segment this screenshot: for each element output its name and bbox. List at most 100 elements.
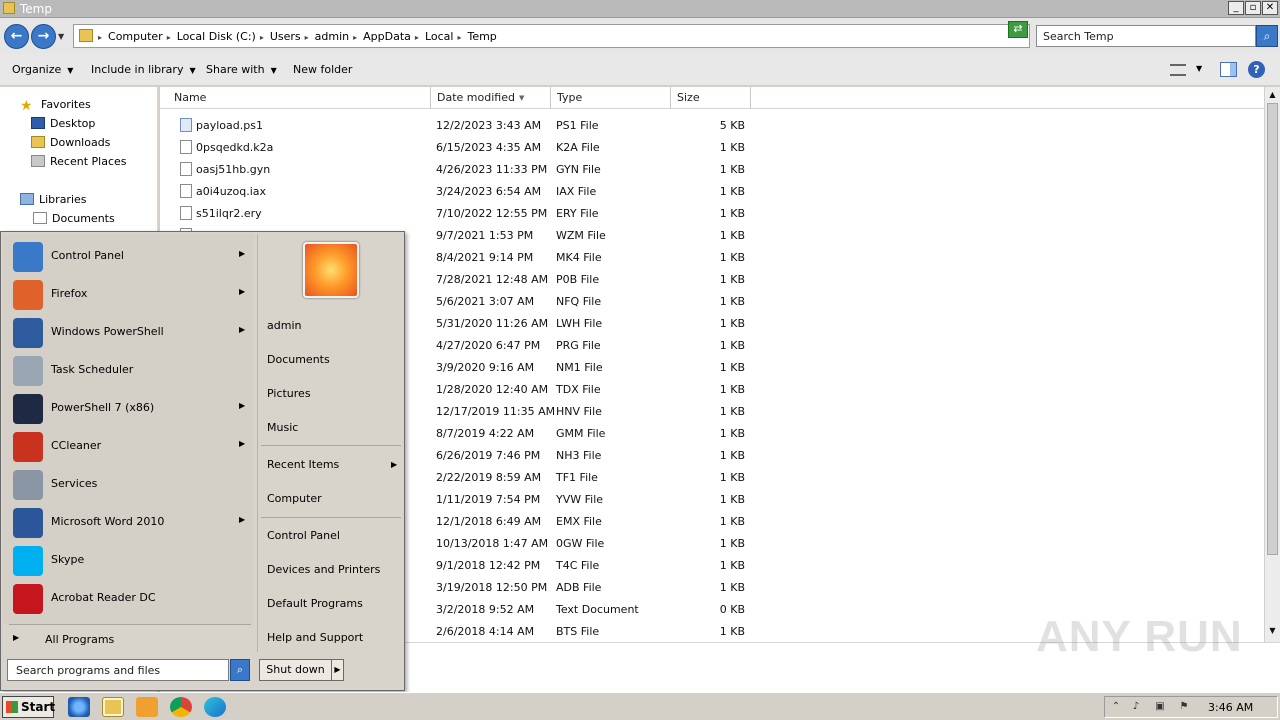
maximize-button[interactable]: ▫	[1245, 1, 1261, 15]
back-button[interactable]: ←	[4, 24, 29, 49]
start-link-computer[interactable]: Computer	[267, 492, 322, 505]
search-input[interactable]: Search Temp	[1036, 25, 1256, 47]
breadcrumb-separator[interactable]: ▸	[415, 33, 419, 42]
nav-favorites[interactable]: ★ Favorites	[20, 98, 91, 114]
breadcrumb-separator[interactable]: ▸	[305, 33, 309, 42]
file-size: 1 KB	[719, 471, 745, 484]
start-link-documents[interactable]: Documents	[267, 353, 330, 366]
breadcrumb-item[interactable]: Users	[270, 30, 301, 43]
column-name[interactable]: Name	[168, 87, 431, 109]
start-program-item[interactable]: Firefox ▶	[9, 276, 253, 312]
forward-button[interactable]: →	[31, 24, 56, 49]
breadcrumb-separator[interactable]: ▸	[98, 33, 102, 42]
scroll-down-arrow[interactable]: ▼	[1266, 624, 1279, 638]
breadcrumb-separator[interactable]: ▸	[260, 33, 264, 42]
star-icon: ★	[20, 98, 33, 114]
explorer-icon[interactable]	[102, 697, 124, 717]
organize-button[interactable]: Organize ▼	[12, 63, 73, 76]
address-row: ← → ▼ ▸ Computer ▸ Local Disk (C:) ▸ Users ▸ ad…	[0, 18, 1280, 54]
vertical-scrollbar[interactable]: ▲ ▼	[1264, 87, 1280, 642]
file-size: 1 KB	[719, 449, 745, 462]
tray-expand-icon[interactable]: ⌃	[1109, 700, 1123, 714]
media-player-icon[interactable]	[136, 697, 158, 717]
breadcrumb-item[interactable]: Computer	[108, 30, 163, 43]
share-with-button[interactable]: Share with ▼	[206, 63, 277, 76]
file-row[interactable]: s51ilqr2.ery 7/10/2022 12:55 PM ERY File 1 …	[160, 203, 760, 225]
column-size[interactable]: Size	[671, 87, 751, 109]
edge-icon[interactable]	[204, 697, 226, 717]
breadcrumb-separator[interactable]: ▸	[167, 33, 171, 42]
start-program-item[interactable]: PowerShell 7 (x86) ▶	[9, 390, 253, 426]
file-date: 12/1/2018 6:49 AM	[436, 515, 542, 528]
nav-recent-places[interactable]: Recent Places	[31, 155, 127, 168]
start-button[interactable]: Start	[2, 696, 55, 718]
start-program-item[interactable]: Services	[9, 466, 253, 502]
file-row[interactable]: payload.ps1 12/2/2023 3:43 AM PS1 File 5 KB	[160, 115, 760, 137]
address-bar[interactable]: ▸ Computer ▸ Local Disk (C:) ▸ Users ▸ admin ▸ Ap…	[73, 24, 1068, 48]
all-programs-button[interactable]: ▶ All Programs	[9, 628, 249, 650]
breadcrumb-item[interactable]: Temp	[467, 30, 496, 43]
start-program-item[interactable]: Skype	[9, 542, 253, 578]
file-row[interactable]: oasj51hb.gyn 4/26/2023 11:33 PM GYN File 1 …	[160, 159, 760, 181]
breadcrumb-item[interactable]: Local	[425, 30, 454, 43]
file-date: 9/7/2021 1:53 PM	[436, 229, 534, 242]
nav-downloads[interactable]: Downloads	[31, 136, 110, 149]
breadcrumb-separator[interactable]: ▸	[353, 33, 357, 42]
nav-documents[interactable]: Documents	[33, 212, 115, 225]
view-dropdown[interactable]: ▼	[1196, 64, 1202, 73]
shutdown-options-arrow[interactable]: ▶	[332, 659, 344, 681]
clock[interactable]: 3:46 AM	[1208, 701, 1253, 714]
scroll-up-arrow[interactable]: ▲	[1266, 88, 1279, 102]
file-row[interactable]: a0i4uzoq.iax 3/24/2023 6:54 AM IAX File 1 K…	[160, 181, 760, 203]
recent-places-icon	[31, 155, 45, 167]
start-link-default-programs[interactable]: Default Programs	[267, 597, 363, 610]
user-picture[interactable]	[303, 242, 359, 298]
start-program-item[interactable]: Acrobat Reader DC	[9, 580, 253, 616]
new-folder-button[interactable]: New folder	[293, 63, 352, 76]
breadcrumb-item[interactable]: AppData	[363, 30, 411, 43]
title-bar: Temp _ ▫ ✕	[0, 0, 1280, 18]
file-type: HNV File	[556, 405, 602, 418]
internet-explorer-icon[interactable]	[68, 697, 90, 717]
refresh-button[interactable]: ⇄	[1008, 21, 1028, 38]
start-program-item[interactable]: Microsoft Word 2010 ▶	[9, 504, 253, 540]
volume-icon[interactable]: ♪	[1129, 700, 1143, 714]
search-icon[interactable]: ⌕	[230, 659, 250, 681]
network-icon[interactable]: ▣	[1153, 700, 1167, 714]
chrome-icon[interactable]	[170, 697, 192, 717]
nav-desktop[interactable]: Desktop	[31, 117, 95, 130]
minimize-button[interactable]: _	[1228, 1, 1244, 15]
search-icon[interactable]: ⌕	[1256, 25, 1278, 47]
recent-pages-dropdown[interactable]: ▼	[58, 32, 64, 41]
column-date-modified[interactable]: Date modified ▼	[431, 87, 551, 109]
start-program-item[interactable]: CCleaner ▶	[9, 428, 253, 464]
help-icon[interactable]: ?	[1248, 61, 1265, 78]
breadcrumb-item[interactable]: Local Disk (C:)	[177, 30, 256, 43]
start-link-pictures[interactable]: Pictures	[267, 387, 311, 400]
file-date: 2/22/2019 8:59 AM	[436, 471, 542, 484]
start-search-input[interactable]: Search programs and files	[7, 659, 229, 681]
shutdown-button[interactable]: Shut down	[259, 659, 332, 681]
start-program-item[interactable]: Windows PowerShell ▶	[9, 314, 253, 350]
nav-libraries[interactable]: Libraries	[20, 193, 87, 206]
column-type[interactable]: Type	[551, 87, 671, 109]
file-date: 8/4/2021 9:14 PM	[436, 251, 534, 264]
start-link-devices-printers[interactable]: Devices and Printers	[267, 563, 380, 576]
start-link-help-support[interactable]: Help and Support	[267, 631, 363, 644]
start-program-label: Firefox	[51, 287, 88, 300]
start-link-recent-items[interactable]: Recent Items	[267, 458, 339, 471]
start-link-control-panel[interactable]: Control Panel	[267, 529, 340, 542]
view-icon[interactable]	[1170, 64, 1186, 76]
scroll-thumb[interactable]	[1267, 103, 1278, 555]
breadcrumb-separator[interactable]: ▸	[457, 33, 461, 42]
breadcrumb-item[interactable]: admin	[315, 30, 349, 43]
include-in-library-button[interactable]: Include in library ▼	[91, 63, 196, 76]
start-program-item[interactable]: Task Scheduler	[9, 352, 253, 388]
start-link-user[interactable]: admin	[267, 319, 301, 332]
close-button[interactable]: ✕	[1262, 1, 1278, 15]
preview-pane-icon[interactable]	[1220, 62, 1237, 77]
file-row[interactable]: 0psqedkd.k2a 6/15/2023 4:35 AM K2A File 1 K…	[160, 137, 760, 159]
start-link-music[interactable]: Music	[267, 421, 298, 434]
start-program-item[interactable]: Control Panel ▶	[9, 238, 253, 274]
flag-icon[interactable]: ⚑	[1177, 700, 1191, 714]
